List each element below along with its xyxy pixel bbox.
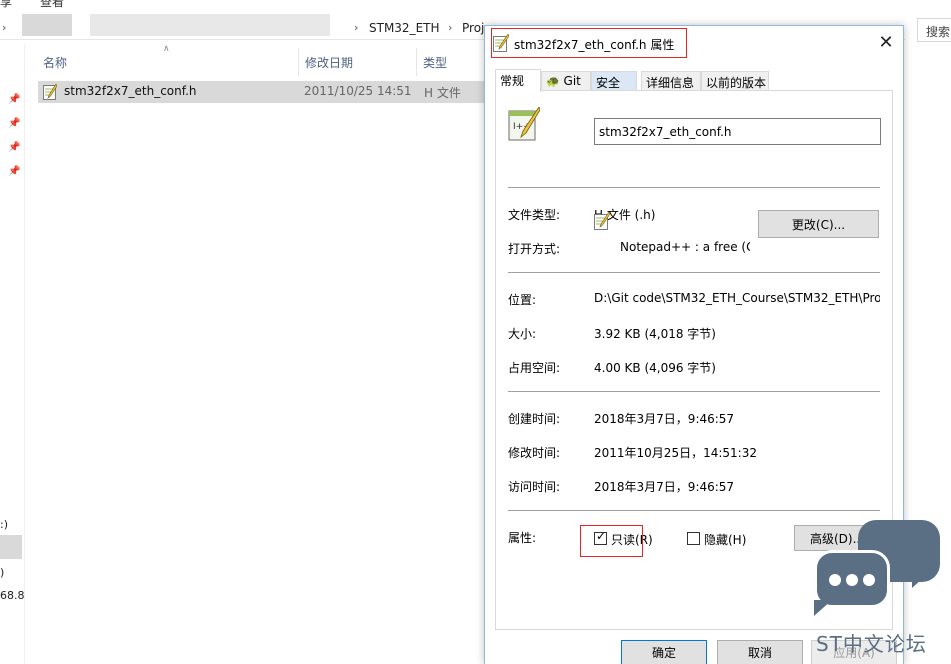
notepad-plus-plus-file-icon: I++ xyxy=(508,107,540,141)
menu-view[interactable]: 查看 xyxy=(40,0,64,10)
breadcrumb-separator-icon: › xyxy=(448,21,453,34)
created-label: 创建时间: xyxy=(508,412,561,426)
tab-label: 安全 xyxy=(596,76,621,90)
column-header-type[interactable]: 类型 xyxy=(423,54,447,71)
highlight-box xyxy=(580,525,643,557)
hidden-checkbox[interactable] xyxy=(687,532,700,545)
size-value: 3.92 KB (4,018 字节) xyxy=(594,327,716,341)
nav-selected-item[interactable] xyxy=(0,535,22,559)
filename-input[interactable] xyxy=(594,118,881,145)
open-with-label: 打开方式: xyxy=(508,242,561,256)
general-panel: I++ 文件类型: H 文件 (.h) 打开方式: Notepad++ : a … xyxy=(495,90,893,630)
size-label: 大小: xyxy=(508,327,537,341)
column-header-date[interactable]: 修改日期 xyxy=(305,54,353,71)
sort-ascending-icon: ∧ xyxy=(163,44,170,54)
explorer-toolbar xyxy=(0,0,951,6)
nav-item-fragment[interactable]: :) xyxy=(0,518,8,531)
highlight-box xyxy=(491,28,687,58)
cancel-button[interactable]: 取消 xyxy=(717,640,803,664)
blurred-path xyxy=(22,14,72,36)
divider xyxy=(508,187,880,188)
created-value: 2018年3月7日，9:46:57 xyxy=(594,412,735,426)
divider xyxy=(508,510,880,511)
tab-bar: 常规 🐢 Git 安全 详细信息 以前的版本 xyxy=(495,69,895,92)
tab-git[interactable]: 🐢 Git xyxy=(541,71,591,91)
breadcrumb-separator-icon: › xyxy=(354,21,359,34)
pin-icon: 📌 xyxy=(8,166,21,177)
watermark-dot xyxy=(863,574,875,586)
location-value: D:\Git code\STM32_ETH_Course\STM32_ETH\P… xyxy=(594,291,880,305)
notepad-file-icon xyxy=(43,84,57,100)
divider xyxy=(508,272,880,273)
change-button[interactable]: 更改(C)... xyxy=(758,210,879,238)
tab-label: Git xyxy=(563,74,581,88)
nav-item-fragment[interactable]: 68.8 xyxy=(0,589,25,602)
accessed-label: 访问时间: xyxy=(508,480,561,494)
tab-label: 以前的版本 xyxy=(706,76,767,90)
tab-security[interactable]: 安全 xyxy=(591,71,637,91)
watermark-bubble-tail xyxy=(912,570,932,588)
accessed-value: 2018年3月7日，9:46:57 xyxy=(594,480,735,494)
close-button[interactable]: ✕ xyxy=(873,32,899,54)
git-turtle-icon: 🐢 xyxy=(546,75,560,88)
blurred-path xyxy=(90,14,330,36)
divider xyxy=(508,391,880,392)
pin-icon: 📌 xyxy=(8,142,21,153)
disk-size-label: 占用空间: xyxy=(508,361,561,375)
tab-label: 常规 xyxy=(500,74,525,88)
nav-forward-icon[interactable]: › xyxy=(2,21,6,34)
notepad-app-icon xyxy=(594,212,610,230)
search-box[interactable]: 搜索 xyxy=(917,18,951,42)
watermark-bubble-tail xyxy=(814,600,832,616)
nav-item-fragment[interactable]: ) xyxy=(0,566,4,579)
ok-button[interactable]: 确定 xyxy=(621,640,707,664)
file-date: 2011/10/25 14:51 xyxy=(304,84,412,98)
column-header-name[interactable]: 名称 xyxy=(43,54,67,71)
tab-general[interactable]: 常规 xyxy=(495,69,541,92)
open-with-value: Notepad++ : a free (G xyxy=(620,240,750,254)
table-row[interactable]: stm32f2x7_eth_conf.h 2011/10/25 14:51 H … xyxy=(38,81,488,103)
hidden-label[interactable]: 隐藏(H) xyxy=(704,531,746,548)
search-input[interactable]: 搜索 xyxy=(926,23,950,40)
pin-icon: 📌 xyxy=(8,94,21,105)
column-separator[interactable] xyxy=(298,48,299,76)
menu-share[interactable]: 享 xyxy=(0,0,12,10)
modified-label: 修改时间: xyxy=(508,446,561,460)
location-label: 位置: xyxy=(508,293,537,307)
watermark-dot xyxy=(846,574,858,586)
close-icon: ✕ xyxy=(878,32,894,53)
file-type-label: 文件类型: xyxy=(508,208,561,222)
tab-previous-versions[interactable]: 以前的版本 xyxy=(701,71,769,91)
attributes-label: 属性: xyxy=(508,531,537,545)
tab-label: 详细信息 xyxy=(646,76,695,90)
breadcrumb-stm32-eth[interactable]: STM32_ETH xyxy=(369,21,440,35)
disk-size-value: 4.00 KB (4,096 字节) xyxy=(594,361,716,375)
file-name: stm32f2x7_eth_conf.h xyxy=(64,84,197,98)
tab-details[interactable]: 详细信息 xyxy=(641,71,701,91)
breadcrumb-proj[interactable]: Proj xyxy=(462,21,484,35)
column-separator[interactable] xyxy=(416,48,417,76)
title-bar[interactable]: stm32f2x7_eth_conf.h 属性 ✕ xyxy=(485,26,903,60)
pin-icon: 📌 xyxy=(8,118,21,129)
watermark-dot xyxy=(829,574,841,586)
file-type: H 文件 xyxy=(424,86,461,100)
watermark-text: ST中文论坛 xyxy=(816,632,927,656)
modified-value: 2011年10月25日，14:51:32 xyxy=(594,446,757,460)
